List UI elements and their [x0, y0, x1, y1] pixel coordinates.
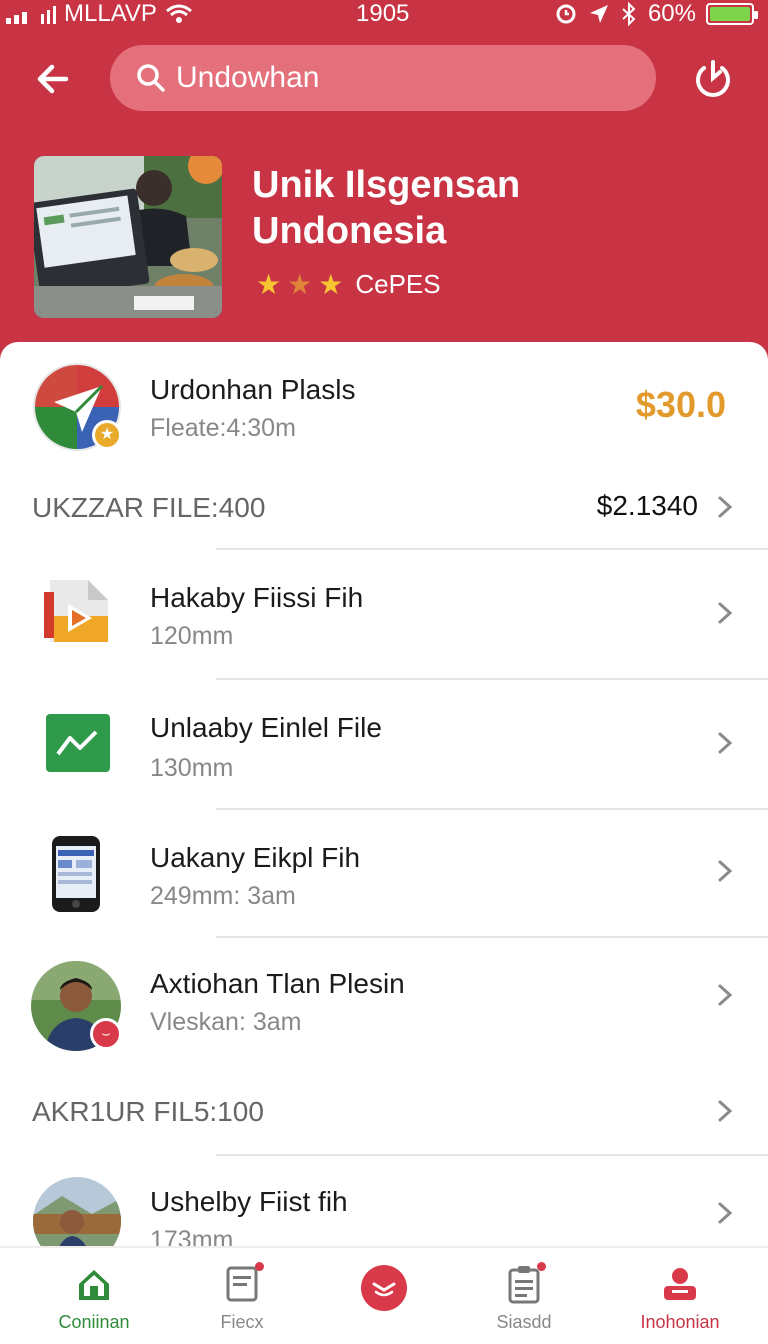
avatar: ⌣: [30, 960, 122, 1052]
featured-price: $30.0: [635, 384, 726, 425]
hero-title-line2: Undonesia: [252, 210, 447, 252]
tab-files[interactable]: Fiecx: [172, 1248, 312, 1344]
profile-icon: [664, 1268, 696, 1300]
back-button[interactable]: [30, 54, 80, 104]
tab-saved[interactable]: Siasdd: [454, 1248, 594, 1344]
content-card: ★ Urdonhan Plasls Fleate:4:30m $30.0 UKZ…: [0, 342, 768, 1262]
phone-icon: [50, 834, 102, 914]
heart-badge-icon: ⌣: [90, 1018, 122, 1050]
list-item-subtitle: 130mm: [150, 754, 234, 782]
document-icon: [222, 1262, 264, 1304]
status-bar: MLLAVP 1905 60%: [0, 0, 768, 30]
list-item[interactable]: Ushelby Fiist fih 173mm: [0, 1156, 768, 1246]
featured-title: Urdonhan Plasls: [150, 374, 356, 405]
chevron-right-icon: [718, 602, 733, 624]
signal-icon: [6, 4, 27, 24]
list-item[interactable]: Unlaaby Einlel File 130mm: [0, 680, 768, 810]
app-header: MLLAVP 1905 60% Undowhan Unik Ilsgensan …: [0, 0, 768, 360]
chevron-right-icon: [718, 732, 733, 754]
hero-title: Unik Ilsgensan Undonesia: [252, 162, 752, 254]
section-header-1[interactable]: UKZZAR FILE:400 $2.1340: [0, 472, 768, 548]
bluetooth-icon: [622, 2, 636, 26]
list-item[interactable]: Uakany Eikpl Fih 249mm: 3am: [0, 810, 768, 938]
list-item[interactable]: ⌣ Axtiohan Tlan Plesin Vleskan: 3am: [0, 938, 768, 1068]
tab-label: Inohonian: [640, 1312, 720, 1332]
chevron-right-icon: [718, 496, 733, 518]
avatar: [32, 1176, 122, 1246]
document-play-icon: [42, 572, 112, 646]
chevron-right-icon: [718, 860, 733, 882]
featured-subtitle: Fleate:4:30m: [150, 414, 296, 442]
home-icon: [79, 1270, 109, 1300]
app-logo: ★: [32, 362, 122, 452]
tab-label: Siasdd: [496, 1312, 552, 1332]
rating: ★ ★ ★ CePES: [256, 268, 441, 301]
tab-label: Coniinan: [58, 1312, 130, 1332]
wifi-icon: [165, 4, 192, 23]
list-item-subtitle: 249mm: 3am: [150, 882, 296, 910]
carrier-name: MLLAVP: [64, 0, 157, 27]
list-item-title: Hakaby Fiissi Fih: [150, 582, 364, 613]
chevron-right-icon: [718, 1202, 733, 1224]
section-label: UKZZAR FILE:400: [32, 492, 266, 523]
chevron-right-icon: [718, 984, 733, 1006]
list-item-subtitle: 120mm: [150, 622, 234, 650]
section-header-2[interactable]: AKR1UR FIL5:100: [0, 1070, 768, 1154]
hero-image: [34, 156, 222, 318]
tab-home[interactable]: Coniinan: [24, 1248, 164, 1344]
battery-percent: 60%: [647, 0, 696, 27]
search-input[interactable]: [176, 61, 616, 95]
signal-strength-icon: [41, 4, 56, 24]
star-badge-icon: ★: [92, 420, 122, 450]
hero-title-line1: Unik Ilsgensan: [252, 164, 521, 206]
search-bar[interactable]: [110, 45, 656, 111]
notification-dot: [537, 1262, 546, 1271]
chart-icon: [46, 714, 110, 772]
list-item-subtitle: Vleskan: 3am: [150, 1008, 302, 1036]
star-icon: ★: [256, 269, 282, 300]
clipboard-icon: [504, 1262, 546, 1304]
star-icon: ★: [318, 269, 344, 300]
power-icon[interactable]: [690, 56, 736, 102]
list-item-subtitle: 173mm: [150, 1226, 234, 1246]
list-item-title: Uakany Eikpl Fih: [150, 842, 361, 873]
status-time: 1905: [356, 0, 410, 27]
location-icon: [589, 5, 608, 23]
battery-icon: [706, 3, 758, 25]
bottom-nav: Coniinan Fiecx Siasdd Inohonian: [0, 1246, 768, 1344]
tab-label: Fiecx: [220, 1312, 264, 1332]
list-item-title: Axtiohan Tlan Plesin: [150, 968, 405, 999]
featured-item[interactable]: ★ Urdonhan Plasls Fleate:4:30m $30.0: [0, 342, 768, 472]
star-icon: ★: [287, 269, 313, 300]
search-icon: [137, 64, 165, 92]
notification-dot: [255, 1262, 264, 1271]
tab-profile[interactable]: Inohonian: [610, 1248, 750, 1344]
chevron-right-icon: [718, 1100, 733, 1122]
list-item[interactable]: Hakaby Fiissi Fih 120mm: [0, 550, 768, 680]
section-label: AKR1UR FIL5:100: [32, 1096, 264, 1127]
list-item-title: Ushelby Fiist fih: [150, 1186, 348, 1217]
list-item-title: Unlaaby Einlel File: [150, 712, 382, 743]
rating-label: CePES: [355, 269, 441, 299]
section-value: $2.1340: [596, 490, 698, 521]
tab-center-action[interactable]: [314, 1248, 454, 1344]
center-action-icon: [361, 1265, 407, 1311]
alarm-icon: [556, 4, 576, 24]
